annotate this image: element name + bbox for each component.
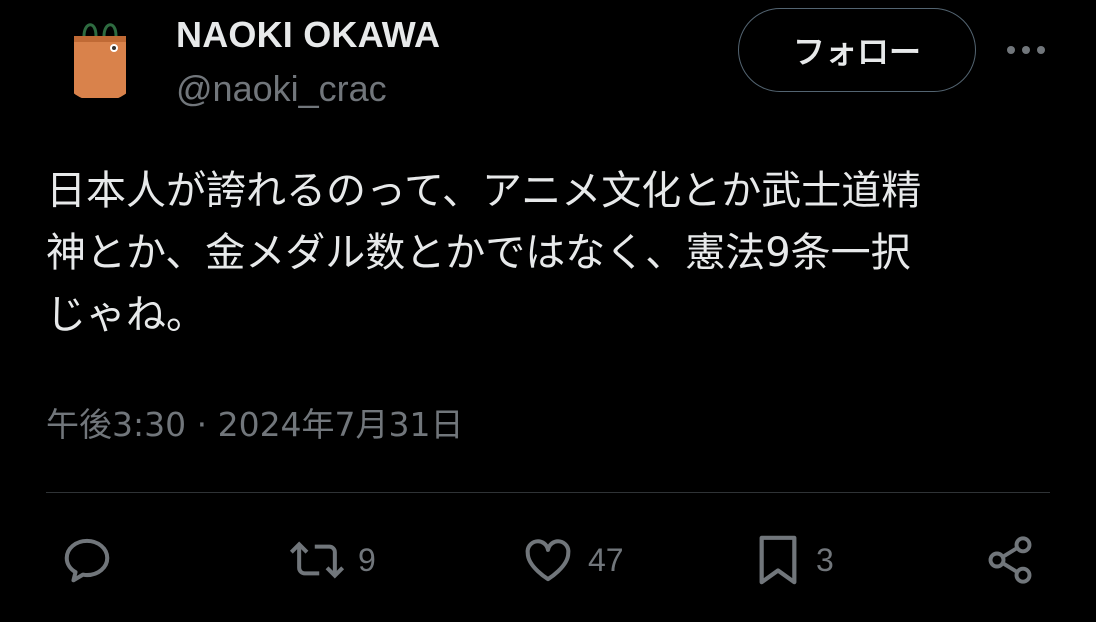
divider xyxy=(46,492,1050,493)
like-button[interactable]: 47 xyxy=(520,530,624,590)
bookmark-button[interactable]: 3 xyxy=(752,530,834,590)
share-button[interactable] xyxy=(984,530,1036,590)
reply-button[interactable] xyxy=(60,530,114,590)
shopping-bag-avatar xyxy=(74,23,126,98)
follow-button[interactable]: フォロー xyxy=(738,8,976,92)
reply-icon xyxy=(64,538,110,583)
display-name[interactable]: NAOKI OKAWA xyxy=(176,14,440,56)
user-handle[interactable]: @naoki_crac xyxy=(176,68,387,110)
tweet-line: 日本人が誇れるのって、アニメ文化とか武士道精 xyxy=(46,168,922,214)
share-icon xyxy=(988,536,1032,584)
like-count: 47 xyxy=(588,541,624,578)
retweet-icon xyxy=(289,541,345,579)
more-button[interactable] xyxy=(1000,30,1052,70)
heart-icon xyxy=(525,539,571,582)
tweet-timestamp[interactable]: 午後3:30 · 2024年7月31日 xyxy=(46,398,464,446)
tweet-line: 神とか、金メダル数とかではなく、憲法9条一択 xyxy=(46,230,911,276)
retweet-count: 9 xyxy=(358,541,376,578)
tweet-text: 日本人が誇れるのって、アニメ文化とか武士道精 神とか、金メダル数とかではなく、憲… xyxy=(46,160,1056,346)
retweet-button[interactable]: 9 xyxy=(288,530,376,590)
avatar[interactable] xyxy=(56,14,144,102)
tweet-line: じゃね。 xyxy=(46,292,206,338)
bookmark-count: 3 xyxy=(816,541,834,578)
bookmark-icon xyxy=(759,535,797,585)
more-icon xyxy=(1007,46,1045,54)
